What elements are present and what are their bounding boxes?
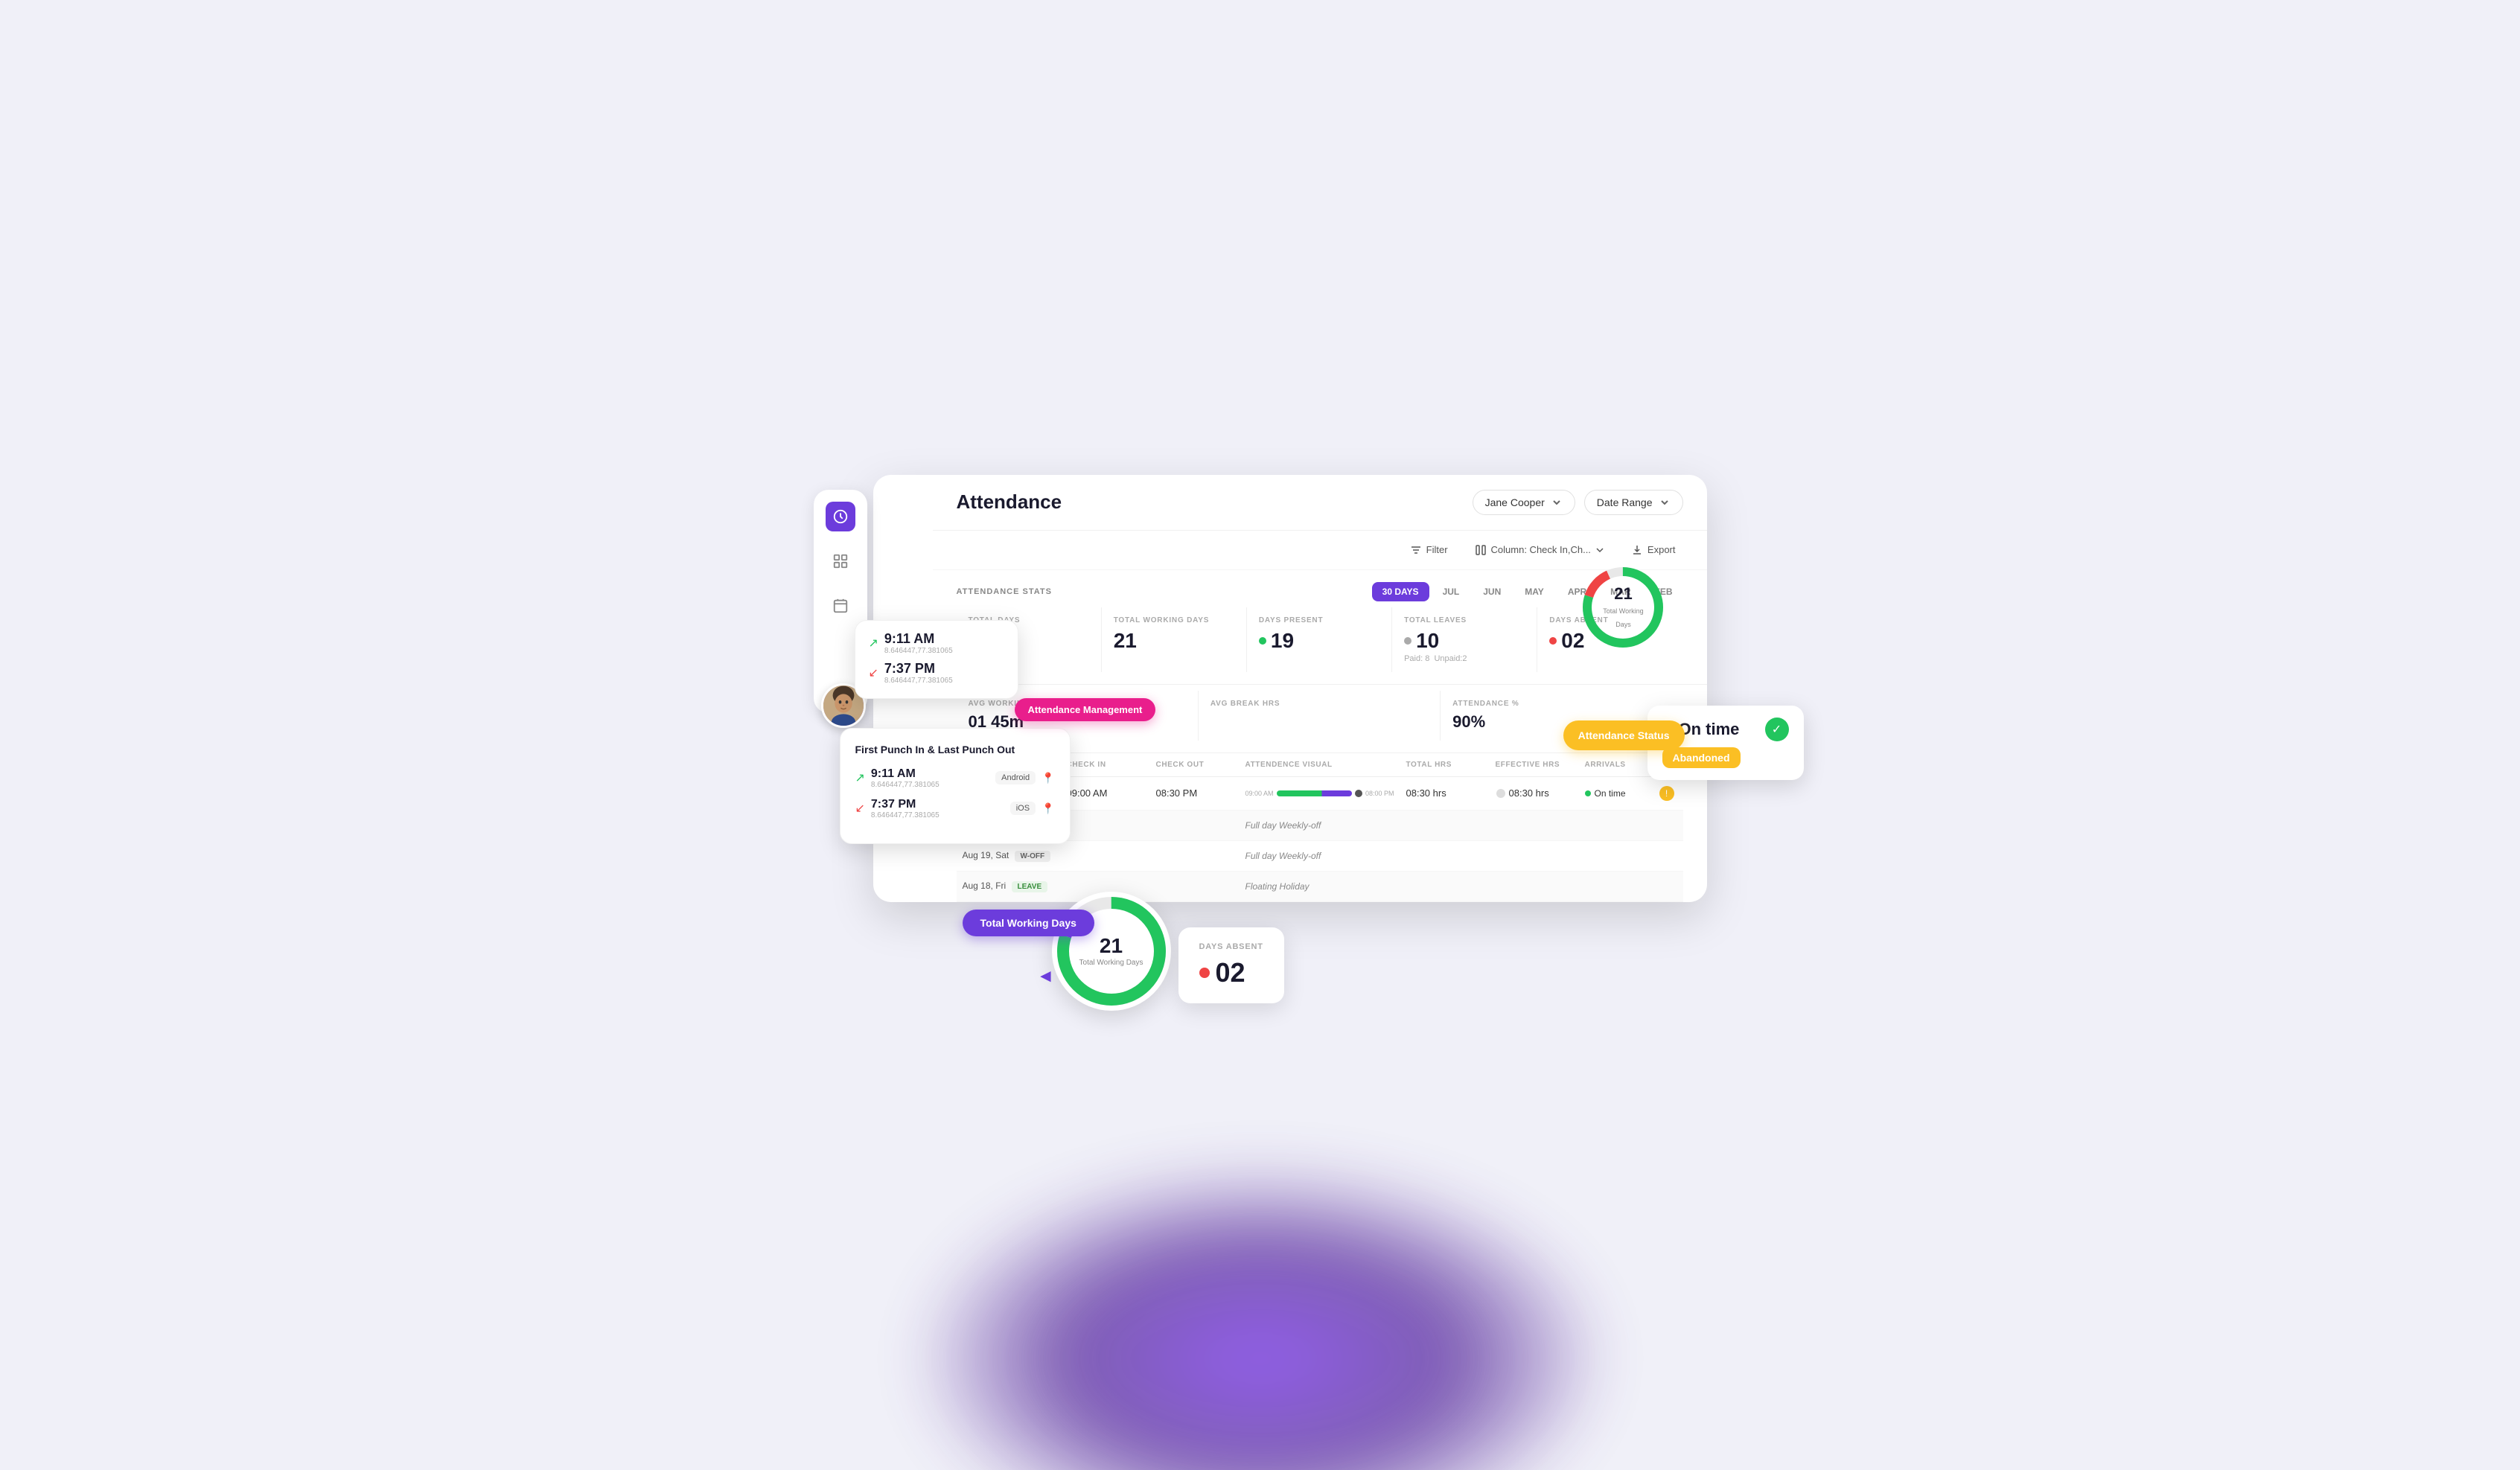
period-tab-may[interactable]: MAY [1514,582,1554,601]
export-label: Export [1647,544,1676,555]
cell-visual-2: Full day Weekly-off [1240,819,1400,831]
header: Attendance Jane Cooper Date Range [933,475,1707,531]
donut-center: 21 Total WorkingDays [1603,584,1643,630]
punch-in-device: Android [995,771,1036,784]
cell-visual-3: Full day Weekly-off [1240,850,1400,861]
column-label: Column: Check In,Ch... [1491,544,1591,555]
donut-mini-number: 21 [1079,934,1143,958]
stat-avg-break-hrs: AVG BREAK HRS [1199,691,1441,741]
cell-arrivals-1: On time [1579,788,1653,799]
stats-grid-row1: TOTAL DAYS 31 TOTAL WORKING DAYS 21 DAYS… [933,607,1707,685]
th-total-hrs: TOTAL HRS [1400,761,1490,769]
punch-in-row: ↗ 9:11 AM 8.646447,77.381065 Android 📍 [855,767,1055,789]
absent-dot-mini [1199,968,1210,978]
th-checkin: CHECK IN [1061,761,1150,769]
mini-punch-out-time: 7:37 PM [884,661,953,677]
sidebar-icon-grid[interactable] [826,546,855,576]
punch-in-arrow: ↗ [855,770,865,785]
punch-in-coord: 8.646447,77.381065 [871,781,940,789]
days-absent-value: 02 [1199,957,1263,988]
th-arrivals: ARRIVALS [1579,761,1653,769]
cell-visual-4: Floating Holiday [1240,881,1400,892]
punch-out-arrow: ↙ [855,801,865,816]
punch-out-coord: 8.646447,77.381065 [871,811,940,819]
period-tab-jul[interactable]: JUL [1432,582,1470,601]
punch-out-device: iOS [1010,802,1036,815]
location-icon: 📍 [1042,772,1054,784]
user-name: Jane Cooper [1485,496,1545,508]
arrow-indicator: ◄ [1037,966,1055,987]
abandoned-badge: Abandoned [1662,747,1741,768]
stat-total-working-days: TOTAL WORKING DAYS 21 [1102,607,1247,672]
th-effective-hrs: EFFECTIVE HRS [1490,761,1579,769]
filter-label: Filter [1426,544,1448,555]
date-range-selector[interactable]: Date Range [1584,490,1683,515]
days-absent-card: DAYS ABSENT 02 [1178,927,1284,1003]
period-tab-jun[interactable]: JUN [1473,582,1511,601]
cell-date-4: Aug 18, Fri LEAVE [957,881,1061,892]
th-visual: ATTENDENCE VISUAL [1240,761,1400,769]
absent-dot [1549,637,1557,645]
attendance-management-badge[interactable]: Attendance Management [1015,698,1156,721]
stat-days-present: DAYS PRESENT 19 [1247,607,1392,672]
export-button[interactable]: Export [1624,540,1683,560]
sidebar-icon-calendar[interactable] [826,591,855,621]
period-tab-30days[interactable]: 30 DAYS [1372,582,1429,601]
mini-punch-in-coord: 8.646447,77.381065 [884,647,953,655]
header-actions: Jane Cooper Date Range [1473,490,1683,515]
cell-checkout-1: 08:30 PM [1150,787,1240,799]
punch-out-row: ↙ 7:37 PM 8.646447,77.381065 iOS 📍 [855,798,1055,819]
cell-total-hrs-1: 08:30 hrs [1400,787,1490,799]
stat-total-leaves: TOTAL LEAVES 10 Paid: 8 Unpaid:2 [1392,607,1537,672]
punch-title: First Punch In & Last Punch Out [855,744,1055,755]
days-absent-label: DAYS ABSENT [1199,942,1263,951]
cell-visual-1: 09:00 AM 08:00 PM [1240,790,1400,797]
leaves-sub: Paid: 8 Unpaid:2 [1404,654,1525,663]
column-button[interactable]: Column: Check In,Ch... [1467,540,1612,560]
punch-in-time: 9:11 AM [871,767,940,781]
mini-time-card: ↗ 9:11 AM 8.646447,77.381065 ↙ 7:37 PM 8… [855,620,1018,699]
ontime-check-icon: ✓ [1765,718,1789,741]
total-working-days-badge[interactable]: Total Working Days [963,910,1094,936]
table-row: Aug 19, Sat W-OFF Full day Weekly-off [957,841,1683,872]
location-icon-out: 📍 [1042,802,1054,815]
present-dot [1259,637,1266,645]
th-checkout: CHECK OUT [1150,761,1240,769]
donut-mini-sub: Total Working Days [1079,958,1143,968]
cell-checkin-1: 09:00 AM [1061,787,1150,799]
leaves-dot [1404,637,1411,645]
cell-effective-hrs-1: 08:30 hrs [1490,787,1579,799]
sidebar-icon-clock[interactable] [826,502,855,531]
attendance-status-button[interactable]: Attendance Status [1563,720,1685,750]
mini-punch-out-coord: 8.646447,77.381065 [884,677,953,685]
punch-out-time: 7:37 PM [871,798,940,811]
page-title: Attendance [957,490,1062,514]
stats-title: ATTENDANCE STATS [957,587,1052,596]
user-selector[interactable]: Jane Cooper [1473,490,1575,515]
mini-punch-in-time: 9:11 AM [884,631,953,647]
cell-date-3: Aug 19, Sat W-OFF [957,850,1061,862]
punch-card: First Punch In & Last Punch Out ↗ 9:11 A… [840,728,1071,844]
donut-chart: 21 Total WorkingDays [1578,563,1668,652]
stat-days-absent: DAYS ABSENT 02 [1537,607,1682,672]
filter-button[interactable]: Filter [1403,540,1455,560]
cell-action-1[interactable]: ! [1653,786,1683,801]
date-range-label: Date Range [1597,496,1653,508]
